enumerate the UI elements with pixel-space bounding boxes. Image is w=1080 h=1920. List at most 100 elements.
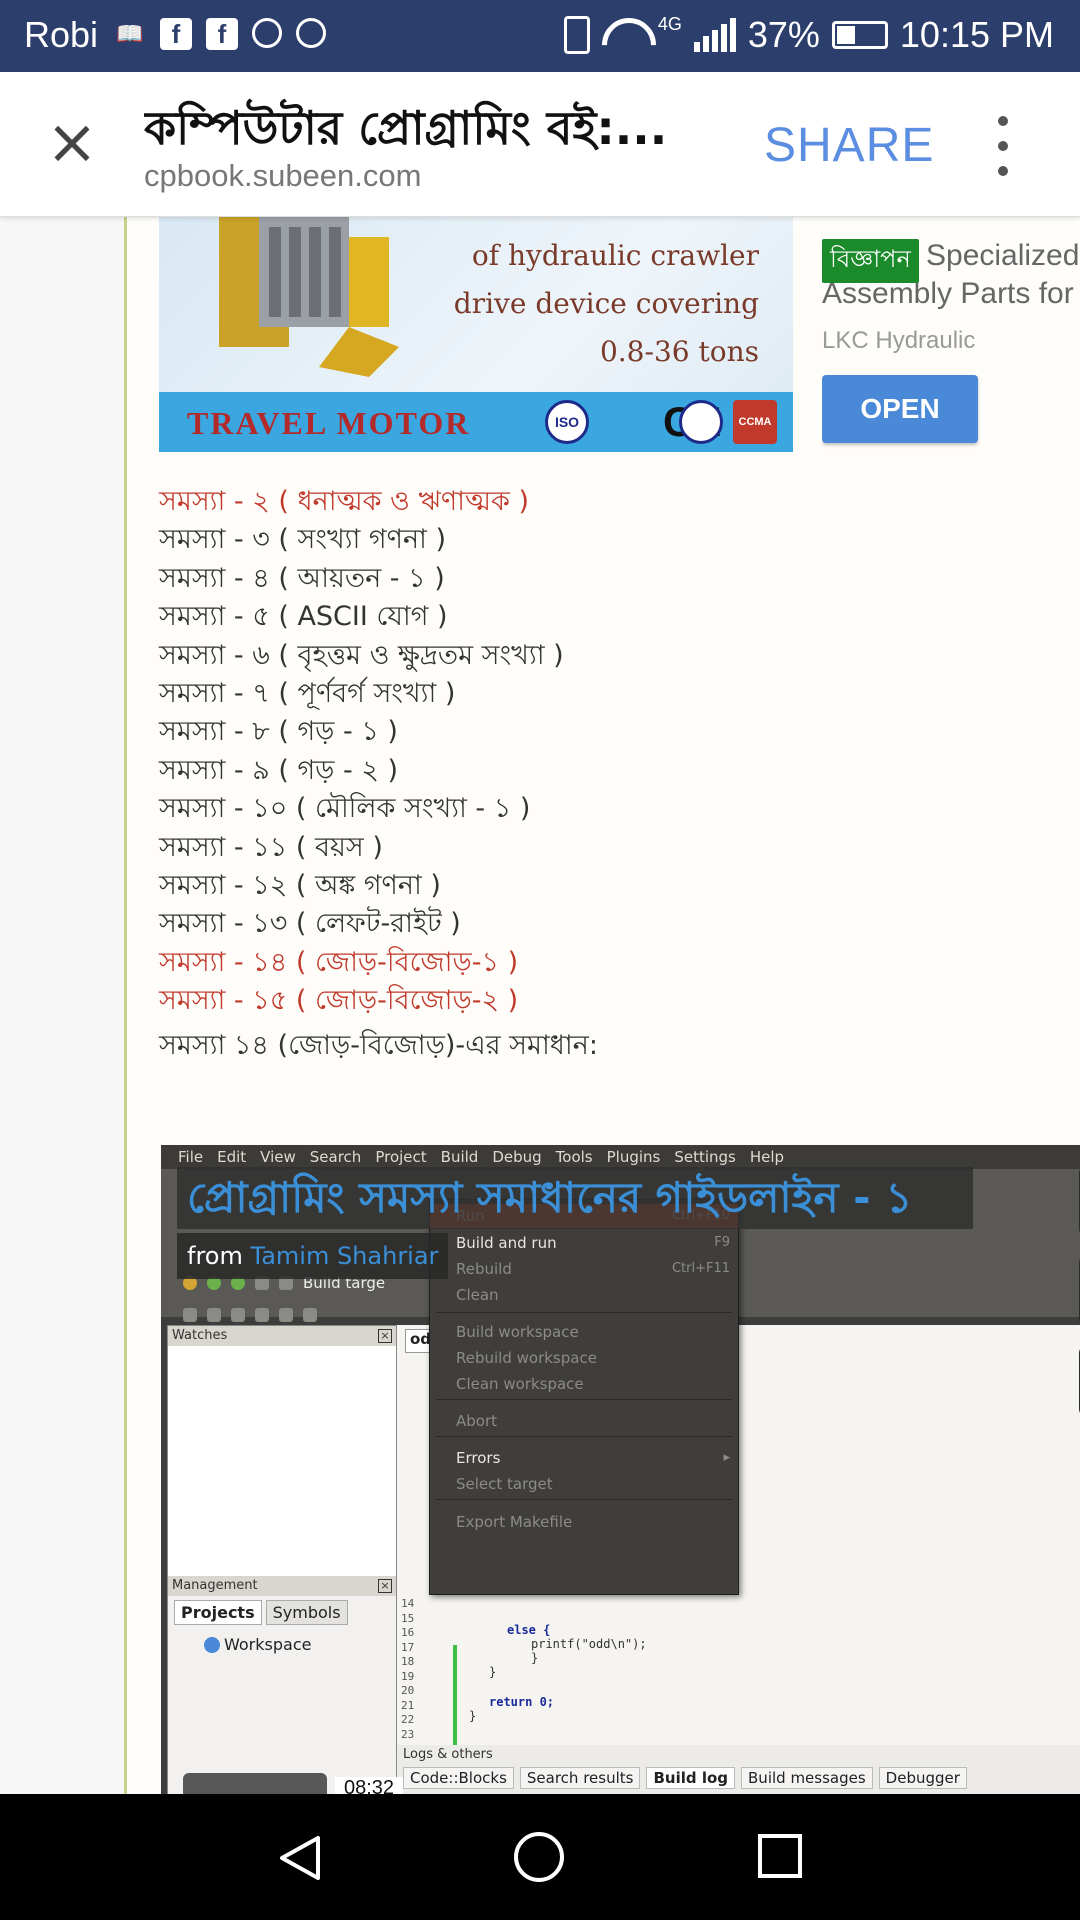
play-button[interactable]	[183, 1773, 327, 1794]
menu-separator	[436, 1436, 732, 1437]
problem-link[interactable]: সমস্যা - ৪ ( আয়তন - ১ )	[159, 560, 1059, 598]
context-menu-shortcut: F9	[714, 1235, 730, 1250]
page-url: cpbook.subeen.com	[144, 158, 422, 193]
line-number: 17	[401, 1640, 415, 1654]
management-panel: Management × Projects Symbols Workspace	[168, 1576, 396, 1794]
code-line: }	[489, 1665, 497, 1679]
toolbar-icon	[231, 1308, 245, 1322]
line-number: 16	[401, 1626, 415, 1639]
line-number: 22	[401, 1713, 415, 1726]
signal-icon	[693, 18, 736, 52]
logs-tabs: Code::Blocks Search results Build log Build…	[397, 1767, 1080, 1789]
wifi-icon	[602, 18, 646, 52]
code-line: }	[469, 1709, 477, 1723]
context-menu-item: Build and run F9	[430, 1231, 738, 1255]
problem-link[interactable]: সমস্যা - ৮ ( গড় - ১ )	[159, 713, 1059, 751]
ide-menu-item: Help	[749, 1148, 785, 1166]
context-menu-shortcut: Ctrl+F11	[671, 1261, 730, 1276]
ide-menubar: File Edit View Search Project Build Debug Tools…	[161, 1145, 1080, 1169]
context-menu-item: Build workspace	[430, 1320, 738, 1344]
context-menu-label: Clean	[456, 1286, 499, 1304]
context-menu-item: Rebuild workspace	[430, 1346, 738, 1370]
video-title: প্রোগ্রামিং সমস্যা সমাধানের গাইডলাইন - ১	[177, 1167, 973, 1229]
back-icon[interactable]	[276, 1834, 324, 1882]
video-duration: 08:32	[335, 1777, 403, 1794]
problem-link[interactable]: সমস্যা - ১৩ ( লেফট-রাইট )	[159, 905, 1059, 943]
menu-separator	[436, 1499, 732, 1500]
problem-link[interactable]: সমস্যা - ১১ ( বয়স )	[159, 829, 1059, 867]
battery-percent: 37%	[747, 14, 820, 55]
page-content[interactable]: of hydraulic crawler drive device coveri…	[0, 217, 1080, 1794]
facebook-icon: f	[206, 18, 238, 50]
code-line: return 0;	[489, 1695, 555, 1709]
battery-icon	[831, 21, 888, 49]
code-line: else {	[507, 1623, 551, 1637]
log-tab: Code::Blocks	[403, 1767, 514, 1789]
clock: 10:15 PM	[899, 14, 1054, 55]
close-icon[interactable]: ×	[44, 111, 100, 173]
ad-text-line: drive device covering	[453, 287, 759, 320]
problem-link[interactable]: সমস্যা - ১৫ ( জোড়-বিজোড়-২ )	[159, 982, 1059, 1020]
menu-separator	[436, 1399, 732, 1400]
management-title: Management	[172, 1578, 258, 1593]
toolbar-icon	[255, 1308, 269, 1322]
certification-icon: ISO	[545, 400, 589, 444]
from-label: from	[187, 1242, 243, 1270]
ad-text-panel[interactable]: Specialized Assembly Parts for বিজ্ঞাপন …	[822, 217, 1080, 452]
context-menu-item: Clean	[430, 1283, 738, 1307]
ide-menu-item: Project	[375, 1148, 427, 1166]
toolbar-icon	[303, 1308, 317, 1322]
more-options-icon[interactable]	[988, 116, 1018, 176]
problem-list: সমস্যা - ২ ( ধনাত্মক ও ঋণাত্মক ) সমস্যা -…	[159, 483, 1059, 1020]
watches-title: Watches	[172, 1328, 228, 1343]
problem-link[interactable]: সমস্যা - ৩ ( সংখ্যা গণনা )	[159, 521, 1059, 559]
ad-image[interactable]: of hydraulic crawler drive device coveri…	[159, 217, 793, 452]
ad-open-button[interactable]: OPEN	[822, 375, 978, 443]
ccma-icon: CCMA	[733, 400, 777, 444]
toolbar-icon	[279, 1308, 293, 1322]
problem-link[interactable]: সমস্যা - ২ ( ধনাত্মক ও ঋণাত্মক )	[159, 483, 1059, 521]
ad-brand: LKC Hydraulic	[822, 327, 976, 354]
management-tabs: Projects Symbols	[168, 1596, 396, 1629]
ide-menu-item: Tools	[555, 1148, 593, 1166]
context-menu-label: Rebuild workspace	[456, 1349, 597, 1367]
workspace-icon	[204, 1636, 220, 1653]
certification-icon	[679, 400, 723, 444]
line-number: 14	[401, 1597, 415, 1610]
author-name[interactable]: Tamim Shahriar	[251, 1242, 439, 1270]
close-icon: ×	[378, 1329, 392, 1343]
chrome-icon	[252, 18, 282, 48]
line-number: 15	[401, 1611, 415, 1625]
problem-link[interactable]: সমস্যা - ৭ ( পূর্ণবর্গ সংখ্যা )	[159, 675, 1059, 713]
problem-link[interactable]: সমস্যা - ১৪ ( জোড়-বিজোড়-১ )	[159, 944, 1059, 982]
context-menu-label: Abort	[456, 1412, 498, 1430]
logs-panel: Logs & others Code::Blocks Search results…	[397, 1745, 1080, 1794]
log-tab: Build messages	[741, 1767, 873, 1789]
notification-icons: 📖 f f	[114, 18, 326, 50]
context-menu-item: Export Makefile	[430, 1510, 738, 1534]
context-menu-item: Errors ▸	[430, 1446, 738, 1470]
problem-link[interactable]: সমস্যা - ৯ ( গড় - ২ )	[159, 752, 1059, 790]
projects-tab: Projects	[174, 1600, 262, 1625]
article: of hydraulic crawler drive device coveri…	[124, 217, 1080, 1794]
line-number: 20	[401, 1684, 415, 1697]
ide-menu-item: View	[260, 1148, 296, 1166]
ad-text-line: of hydraulic crawler	[471, 239, 759, 272]
problem-link[interactable]: সমস্যা - ১২ ( অঙ্ক গণনা )	[159, 867, 1059, 905]
recent-apps-icon[interactable]	[758, 1834, 802, 1878]
share-button[interactable]: SHARE	[764, 118, 934, 173]
video-player[interactable]: File Edit View Search Project Build Debug Tools…	[161, 1145, 1080, 1794]
context-menu-item: Abort	[430, 1409, 738, 1433]
toolbar-icon	[207, 1308, 221, 1322]
context-menu-label: Build workspace	[456, 1323, 579, 1341]
watches-panel: Watches × Management × Projects Symbols Wo…	[167, 1325, 397, 1794]
problem-link[interactable]: সমস্যা - ৬ ( বৃহত্তম ও ক্ষুদ্রতম সংখ্যা …	[159, 637, 1059, 675]
workspace-item: Workspace	[204, 1635, 396, 1654]
vibrate-icon	[563, 16, 590, 54]
code-line: }	[531, 1651, 539, 1665]
home-icon[interactable]	[514, 1832, 564, 1882]
problem-link[interactable]: সমস্যা - ১০ ( মৌলিক সংখ্যা - ১ )	[159, 790, 1059, 828]
problem-link[interactable]: সমস্যা - ৫ ( ASCII যোগ )	[159, 598, 1059, 636]
book-icon: 📖	[116, 21, 144, 46]
context-menu-label: Clean workspace	[456, 1375, 584, 1393]
